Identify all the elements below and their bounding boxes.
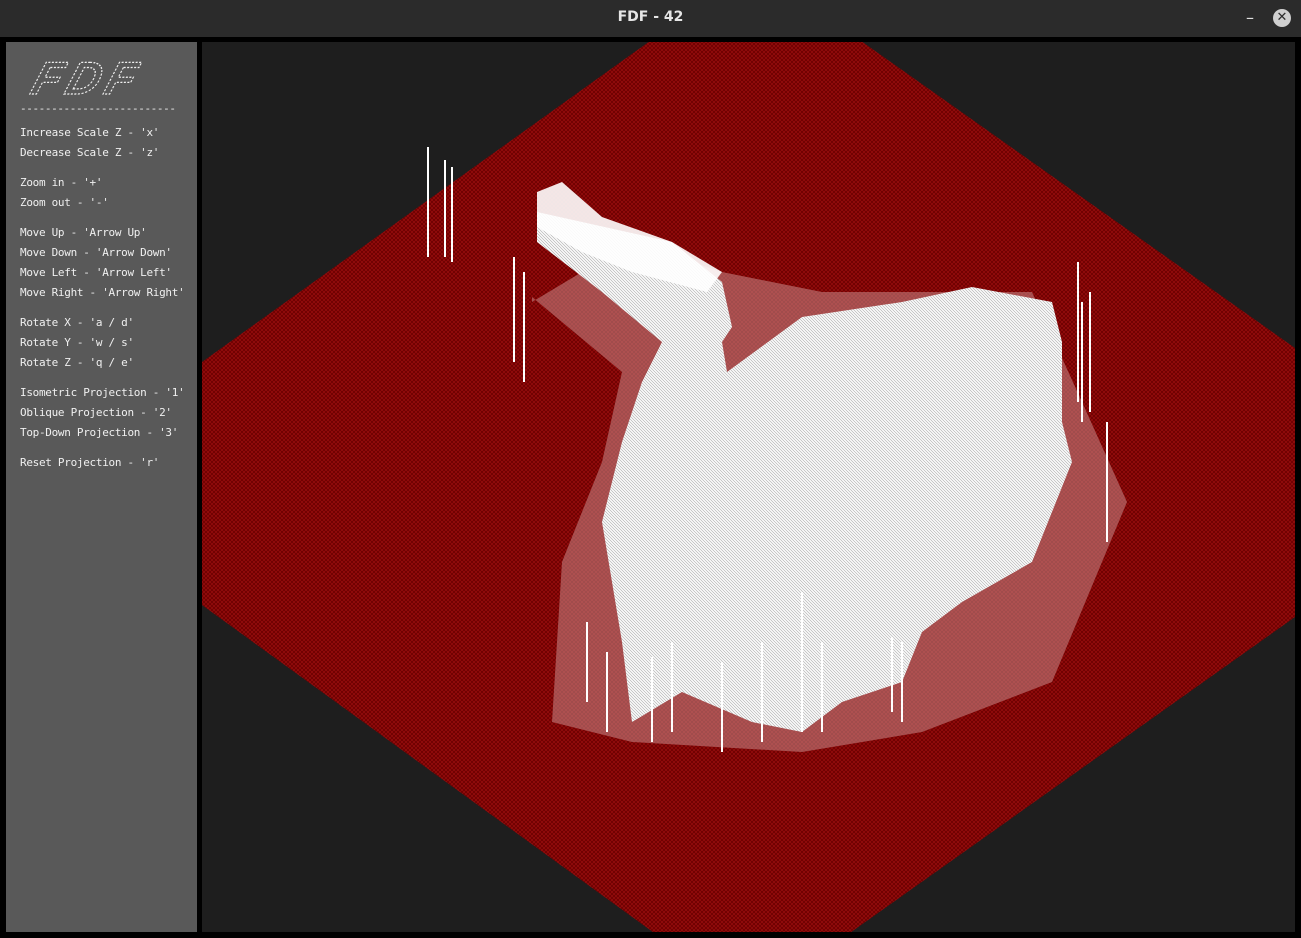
help-reset-projection: Reset Projection - 'r' — [20, 456, 160, 469]
render-viewport[interactable] — [202, 42, 1295, 932]
window-title: FDF - 42 — [617, 9, 684, 25]
wireframe-canvas — [202, 42, 1295, 932]
logo-text: FDF — [28, 54, 150, 104]
help-decrease-scale-z: Decrease Scale Z - 'z' — [20, 146, 160, 159]
help-zoom-in: Zoom in - '+' — [20, 176, 103, 189]
help-move-right: Move Right - 'Arrow Right' — [20, 286, 185, 299]
help-rotate-y: Rotate Y - 'w / s' — [20, 336, 134, 349]
help-increase-scale-z: Increase Scale Z - 'x' — [20, 126, 160, 139]
help-move-left: Move Left - 'Arrow Left' — [20, 266, 172, 279]
help-rotate-z: Rotate Z - 'q / e' — [20, 356, 134, 369]
minimize-button[interactable]: – — [1240, 8, 1260, 28]
separator-line: ------------------------- — [20, 102, 176, 115]
close-button[interactable]: ✕ — [1273, 9, 1291, 27]
help-move-up: Move Up - 'Arrow Up' — [20, 226, 147, 239]
help-top-down-projection: Top-Down Projection - '3' — [20, 426, 179, 439]
controls-sidebar: FDF ------------------------- Increase S… — [6, 42, 197, 932]
help-oblique-projection: Oblique Projection - '2' — [20, 406, 172, 419]
help-zoom-out: Zoom out - '-' — [20, 196, 109, 209]
fdf-logo: FDF — [28, 54, 150, 104]
help-move-down: Move Down - 'Arrow Down' — [20, 246, 172, 259]
help-isometric-projection: Isometric Projection - '1' — [20, 386, 185, 399]
help-rotate-x: Rotate X - 'a / d' — [20, 316, 134, 329]
title-bar: FDF - 42 – ✕ — [0, 0, 1301, 38]
